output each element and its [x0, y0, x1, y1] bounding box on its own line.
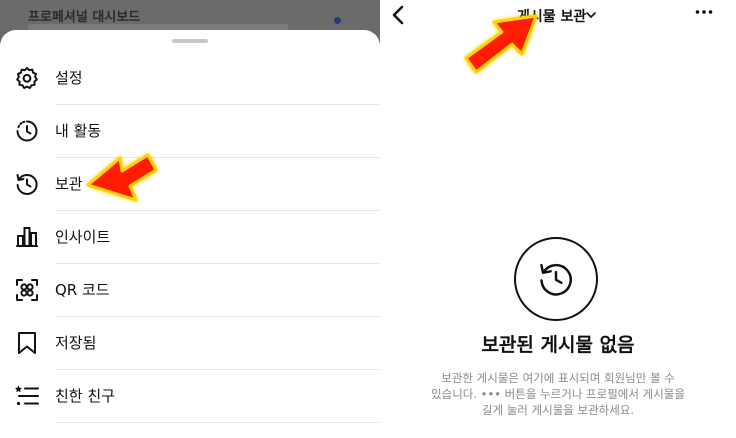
annotation-arrow-right — [464, 14, 538, 74]
more-horizontal-icon[interactable] — [694, 6, 714, 18]
archive-history-icon — [540, 263, 572, 296]
menu-item-label: 보관 — [55, 175, 83, 193]
menu-item-label: 설정 — [55, 69, 83, 87]
sheet-grabber[interactable] — [172, 39, 208, 43]
left-screen: 프로페셔널 대시보드 설정 내 활동 보관 인사이트 QR 코드 저장됨 친한 … — [0, 0, 380, 438]
divider — [55, 422, 380, 423]
star-list-icon — [15, 385, 39, 406]
archive-history-icon — [16, 174, 38, 195]
menu-item-label: 친한 친구 — [55, 387, 115, 405]
menu-item-insights[interactable]: 인사이트 — [0, 211, 380, 263]
notification-dot — [334, 17, 341, 24]
activity-clock-icon — [16, 120, 38, 142]
gear-icon — [16, 67, 38, 89]
right-screen: 게시물 보관 보관된 게시물 없음 보관한 게시물은 여기에 표시되며 회원님만… — [380, 0, 736, 438]
empty-state-icon-circle — [514, 237, 598, 321]
menu-item-settings[interactable]: 설정 — [0, 52, 380, 104]
empty-state-description: 보관한 게시물은 여기에 표시되며 회원님만 볼 수 있습니다. ••• 버튼을… — [431, 371, 685, 417]
menu-item-saved[interactable]: 저장됨 — [0, 317, 380, 369]
back-chevron-icon[interactable] — [388, 4, 408, 26]
annotation-arrow-left — [86, 153, 158, 202]
menu-item-label: QR 코드 — [55, 281, 110, 299]
menu-item-label: 인사이트 — [55, 228, 111, 246]
empty-state-title: 보관된 게시물 없음 — [481, 334, 635, 356]
menu-item-qr-code[interactable]: QR 코드 — [0, 264, 380, 316]
qr-code-icon — [16, 279, 38, 301]
menu-item-archive[interactable]: 보관 — [0, 158, 380, 210]
background-title: 프로페셔널 대시보드 — [28, 10, 141, 25]
menu-item-label: 저장됨 — [55, 334, 97, 352]
menu-item-label: 내 활동 — [55, 122, 102, 140]
bookmark-icon — [18, 332, 36, 354]
chevron-down-icon[interactable] — [585, 10, 597, 20]
menu-item-activity[interactable]: 내 활동 — [0, 105, 380, 157]
bottom-sheet: 설정 내 활동 보관 인사이트 QR 코드 저장됨 친한 친구 — [0, 30, 380, 438]
bar-chart-icon — [16, 227, 38, 247]
menu-item-close-friends[interactable]: 친한 친구 — [0, 370, 380, 422]
